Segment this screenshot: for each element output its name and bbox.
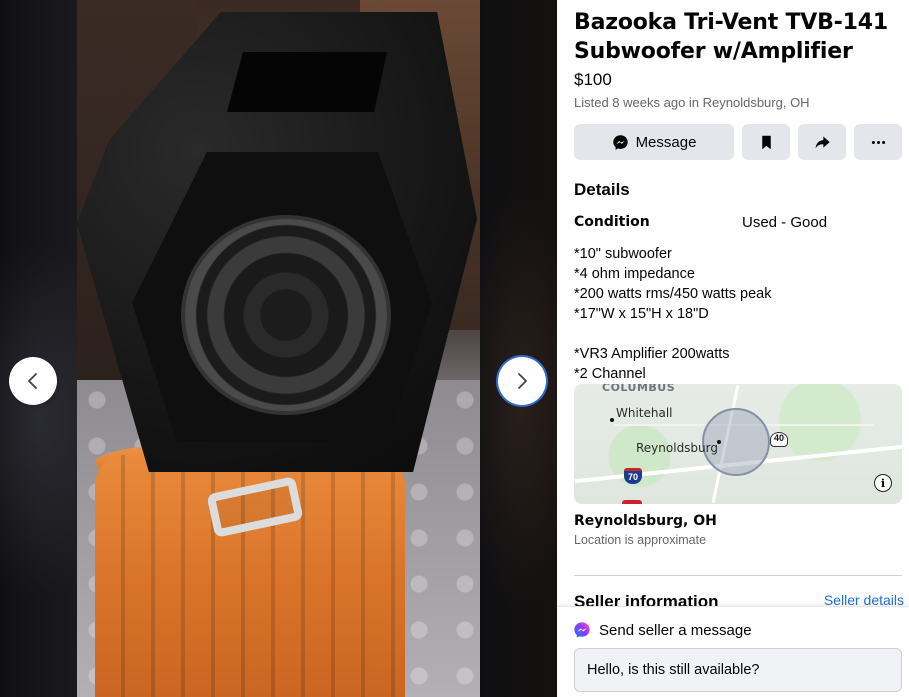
speaker-cone-image [181, 215, 391, 415]
next-photo-button[interactable] [498, 357, 546, 405]
map-label-columbus: COLUMBUS [602, 384, 676, 394]
share-icon [815, 136, 830, 148]
interstate-70-shield: 70 [624, 468, 642, 484]
listing-description: *10" subwoofer *4 ohm impedance *200 wat… [574, 246, 772, 382]
location-map[interactable]: COLUMBUS Whitehall Reynoldsburg 70 40 i [574, 384, 902, 504]
send-message-label: Send seller a message [599, 621, 752, 639]
info-icon[interactable]: i [874, 474, 892, 492]
previous-photo-button[interactable] [9, 357, 57, 405]
more-options-button[interactable] [854, 124, 902, 160]
message-button-label: Message [635, 133, 697, 151]
bookmark-icon [761, 135, 771, 149]
condition-label: Condition [574, 214, 650, 230]
message-input[interactable] [574, 648, 902, 692]
action-bar: Message [574, 124, 904, 160]
location-note: Location is approximate [574, 533, 707, 547]
route-40-shield: 40 [770, 432, 788, 447]
listing-content: Bazooka Tri-Vent TVB-141 Subwoofer w/Amp… [574, 8, 904, 612]
message-button[interactable]: Message [574, 124, 734, 160]
send-message-box: Send seller a message [557, 606, 909, 697]
listing-meta: Listed 8 weeks ago in Reynoldsburg, OH [574, 95, 810, 110]
map-label-whitehall: Whitehall [616, 406, 673, 420]
save-button[interactable] [742, 124, 790, 160]
messenger-icon [574, 622, 590, 638]
listing-title: Bazooka Tri-Vent TVB-141 Subwoofer w/Amp… [574, 10, 888, 64]
map-label-reynoldsburg: Reynoldsburg [636, 441, 718, 455]
chevron-right-icon [518, 373, 527, 389]
messenger-icon [612, 134, 628, 150]
condition-row: Condition Used - Good [574, 214, 904, 231]
condition-value: Used - Good [742, 214, 828, 231]
chevron-left-icon [28, 373, 37, 389]
listing-photo[interactable] [77, 0, 480, 697]
photo-viewer [0, 0, 557, 697]
location-name: Reynoldsburg, OH [574, 513, 717, 529]
share-button[interactable] [798, 124, 846, 160]
listing-price: $100 [574, 70, 612, 89]
section-divider [574, 575, 902, 576]
more-icon [871, 140, 885, 144]
details-heading: Details [574, 180, 630, 199]
send-message-header: Send seller a message [573, 621, 752, 639]
listing-panel: Bazooka Tri-Vent TVB-141 Subwoofer w/Amp… [557, 0, 909, 697]
